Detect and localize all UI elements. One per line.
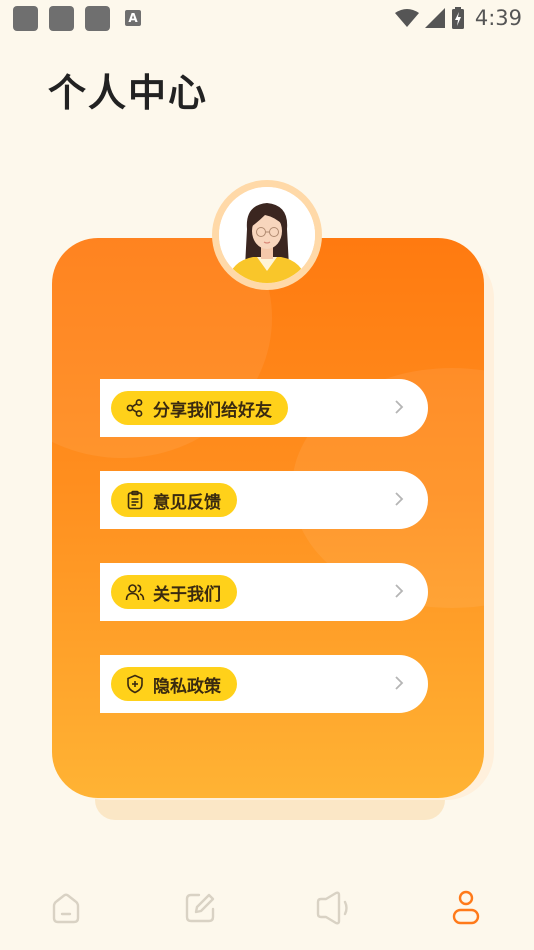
avatar-illustration [219,187,315,283]
menu-item-label: 关于我们 [153,584,221,605]
menu-item-label: 意见反馈 [153,492,221,513]
notification-icon [49,6,74,31]
page-title: 个人中心 [48,71,209,115]
battery-charging-icon [451,7,464,29]
edit-icon [185,893,215,923]
home-icon [52,893,80,924]
clock: 4:39 [474,6,522,30]
speaker-icon [316,891,348,925]
shield-icon [127,674,143,694]
tab-broadcast[interactable] [314,888,354,928]
status-bar: A 4:39 [0,0,534,36]
avatar[interactable] [219,187,315,283]
menu-pill: 关于我们 [111,575,237,609]
chevron-right-icon [395,492,404,506]
clipboard-icon [127,490,143,510]
menu-item-about[interactable]: 关于我们 [100,563,428,621]
signal-icon [424,8,445,28]
users-icon [125,584,145,601]
keyboard-notification-icon: A [125,10,141,26]
menu-item-privacy[interactable]: 隐私政策 [100,655,428,713]
menu-item-label: 分享我们给好友 [153,400,272,421]
tab-bar [0,880,534,940]
menu-item-share[interactable]: 分享我们给好友 [100,379,428,437]
menu-pill: 隐私政策 [111,667,237,701]
tab-edit[interactable] [180,888,220,928]
status-icons: 4:39 [394,4,522,32]
chevron-right-icon [395,400,404,414]
chevron-right-icon [395,676,404,690]
notification-icon [13,6,38,31]
menu-pill: 分享我们给好友 [111,391,288,425]
share-icon [126,399,143,417]
notification-icon [85,6,110,31]
menu-item-feedback[interactable]: 意见反馈 [100,471,428,529]
menu-item-label: 隐私政策 [153,676,221,697]
tab-profile[interactable] [446,888,486,928]
menu-pill: 意见反馈 [111,483,237,517]
chevron-right-icon [395,584,404,598]
wifi-icon [394,9,419,27]
tab-home[interactable] [46,888,86,928]
profile-icon [452,890,480,925]
